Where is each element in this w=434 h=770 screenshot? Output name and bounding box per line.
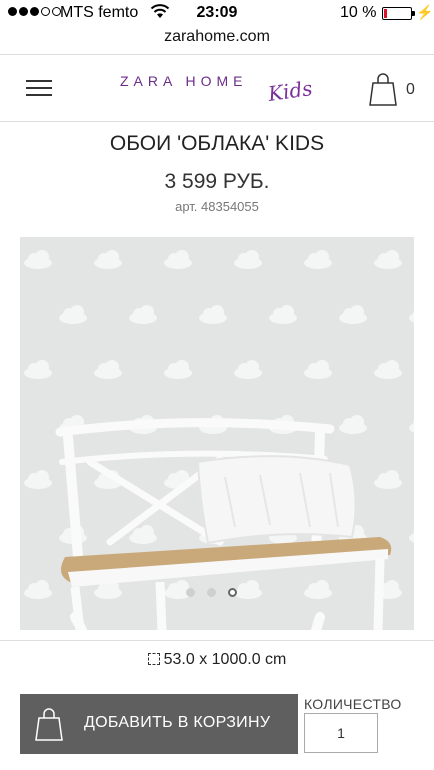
logo-kids-text: Kids — [266, 76, 314, 106]
add-to-cart-button[interactable]: ДОБАВИТЬ В КОРЗИНУ — [20, 694, 298, 754]
shopping-bag-icon — [369, 73, 397, 106]
product-title: ОБОИ 'ОБЛАКА' KIDS — [109, 132, 325, 155]
charging-bolt-icon: ⚡ — [416, 4, 434, 20]
dimensions-icon — [147, 653, 160, 665]
add-to-cart-label: ДОБАВИТЬ В КОРЗИНУ — [84, 714, 271, 731]
gallery-dot[interactable] — [207, 588, 216, 597]
cart-button[interactable]: 0 — [368, 73, 422, 109]
gallery-pagination[interactable] — [186, 588, 237, 597]
quantity-input[interactable] — [304, 713, 378, 753]
product-article-number: арт. 48354055 — [175, 199, 259, 214]
gallery-dot-active[interactable] — [228, 588, 237, 597]
cart-count: 0 — [406, 81, 415, 98]
quantity-label: КОЛИЧЕСТВО — [304, 696, 402, 712]
battery-icon — [382, 7, 415, 20]
product-image[interactable] — [20, 237, 414, 630]
address-bar[interactable]: zarahome.com — [0, 26, 434, 52]
product-price: 3 599 РУБ. — [164, 170, 270, 193]
logo-brand-text: ZARA HOME — [120, 73, 248, 89]
site-header: ZARA HOME Kids 0 — [0, 54, 434, 122]
status-bar: MTS femto 23:09 10 % ⚡ — [0, 0, 434, 26]
logo[interactable]: ZARA HOME Kids — [110, 73, 324, 113]
shopping-bag-icon — [35, 708, 63, 741]
gallery-dot[interactable] — [186, 588, 195, 597]
battery-percent: 10 % — [340, 4, 377, 21]
size-row: 53.0 x 1000.0 cm — [0, 640, 434, 680]
product-size: 53.0 x 1000.0 cm — [163, 651, 287, 668]
hamburger-menu-icon[interactable] — [26, 80, 52, 98]
